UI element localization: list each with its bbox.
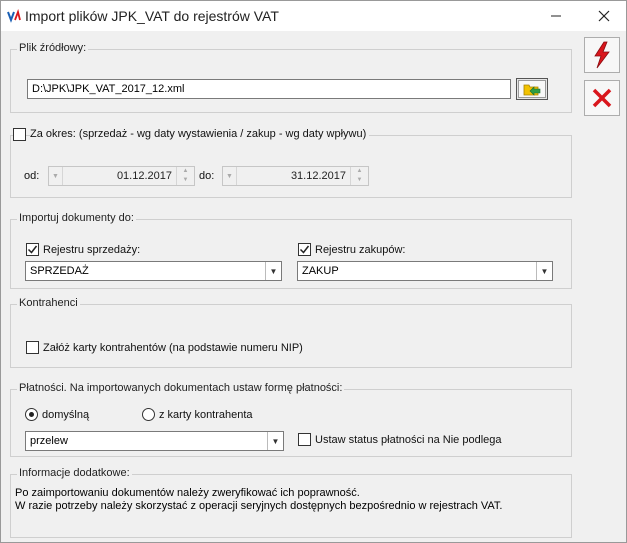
title-bar: Import plików JPK_VAT do rejestrów VAT (1, 1, 626, 31)
sales-register-label: Rejestru sprzedaży: (43, 244, 141, 256)
chevron-down-icon: ▼ (536, 262, 552, 280)
browse-button[interactable] (516, 78, 548, 100)
chevron-down-icon: ▼ (265, 262, 281, 280)
to-date-value: 31.12.2017 (290, 170, 346, 182)
purchase-register-select[interactable]: ZAKUP ▼ (297, 261, 553, 281)
payment-method-value: przelew (30, 435, 68, 447)
radio-selected-dot (29, 412, 34, 417)
cancel-button[interactable] (584, 80, 620, 116)
sales-register-select[interactable]: SPRZEDAŻ ▼ (25, 261, 282, 281)
from-label: od: (24, 170, 40, 182)
import-to-legend: Importuj dokumenty do: (17, 212, 136, 224)
to-label: do: (199, 170, 215, 182)
from-date-value: 01.12.2017 (116, 170, 172, 182)
lightning-icon (594, 41, 610, 69)
purchase-register-value: ZAKUP (302, 265, 339, 277)
red-x-icon (592, 88, 612, 108)
payment-default-radio[interactable] (25, 408, 38, 421)
close-icon (598, 10, 610, 22)
to-date-field[interactable]: ▼ 31.12.2017 ▲ ▼ (222, 166, 369, 186)
chevron-down-icon: ▼ (267, 432, 283, 450)
create-cards-checkbox[interactable] (26, 341, 39, 354)
contractors-group: Kontrahenci (10, 297, 572, 368)
window-title: Import plików JPK_VAT do rejestrów VAT (25, 8, 279, 24)
payment-method-select[interactable]: przelew ▼ (25, 431, 284, 451)
not-applicable-label: Ustaw status płatności na Nie podlega (315, 434, 502, 446)
import-dialog: Import plików JPK_VAT do rejestrów VAT P… (0, 0, 627, 543)
close-button[interactable] (589, 5, 619, 27)
check-icon (27, 245, 38, 254)
payment-default-label: domyślną (42, 409, 90, 421)
purchase-register-label: Rejestru zakupów: (315, 244, 406, 256)
from-date-spinner: ▲ ▼ (176, 167, 194, 185)
purchase-register-checkbox[interactable] (298, 243, 311, 256)
not-applicable-checkbox[interactable] (298, 433, 311, 446)
info-legend: Informacje dodatkowe: (17, 467, 132, 479)
create-cards-label: Załóż karty kontrahentów (na podstawie n… (43, 342, 303, 354)
period-checkbox[interactable] (13, 128, 26, 141)
to-date-dropdown: ▼ (223, 167, 237, 185)
source-file-legend: Plik źródłowy: (17, 42, 89, 54)
app-icon (7, 9, 21, 23)
run-import-button[interactable] (584, 37, 620, 73)
from-date-dropdown: ▼ (49, 167, 63, 185)
from-date-field[interactable]: ▼ 01.12.2017 ▲ ▼ (48, 166, 195, 186)
info-line-1: Po zaimportowaniu dokumentów należy zwer… (15, 487, 360, 499)
minimize-button[interactable] (541, 5, 571, 27)
check-icon (299, 245, 310, 254)
folder-icon (523, 84, 541, 96)
payment-card-radio[interactable] (142, 408, 155, 421)
sales-register-checkbox[interactable] (26, 243, 39, 256)
sales-register-value: SPRZEDAŻ (30, 265, 89, 277)
source-path-input[interactable]: D:\JPK\JPK_VAT_2017_12.xml (27, 79, 511, 99)
payment-card-label: z karty kontrahenta (159, 409, 253, 421)
contractors-legend: Kontrahenci (17, 297, 80, 309)
payments-legend: Płatności. Na importowanych dokumentach … (17, 382, 345, 394)
info-line-2: W razie potrzeby należy skorzystać z ope… (15, 500, 503, 512)
minimize-icon (551, 15, 561, 17)
period-legend: Za okres: (sprzedaż - wg daty wystawieni… (30, 128, 370, 140)
to-date-spinner: ▲ ▼ (350, 167, 368, 185)
